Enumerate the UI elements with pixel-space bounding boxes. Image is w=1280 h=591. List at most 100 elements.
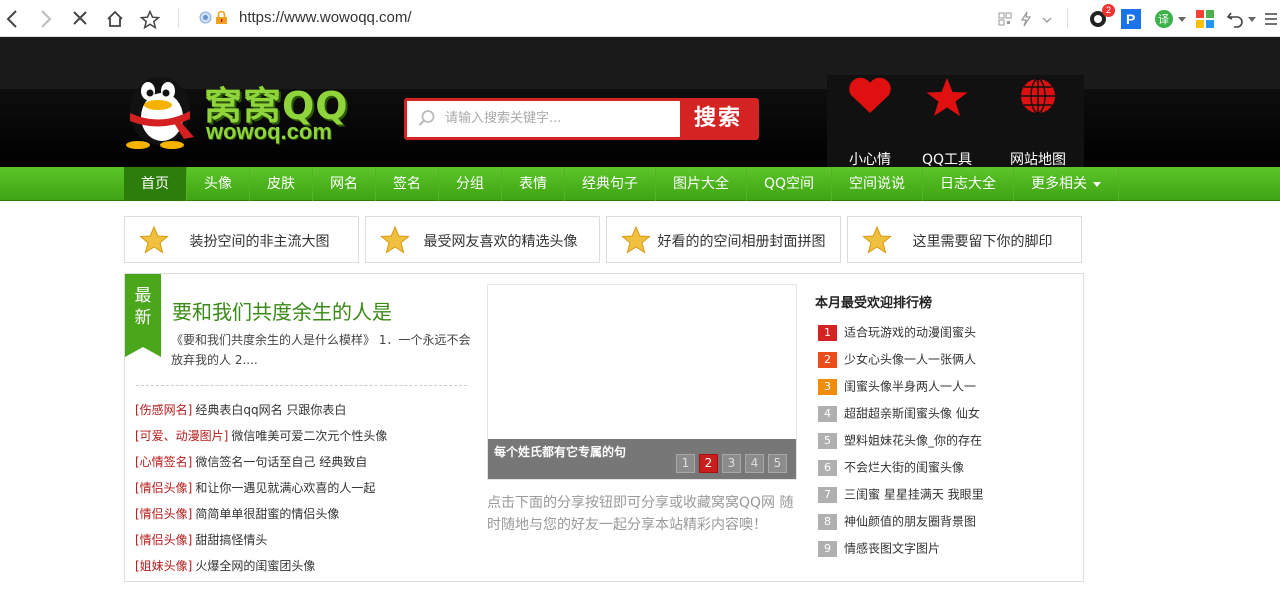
ranking-item-link[interactable]: 少女心头像一人一张俩人 xyxy=(844,353,976,367)
lightning-icon[interactable] xyxy=(1020,7,1032,31)
nav-item[interactable]: 分组 xyxy=(439,167,502,201)
news-category-link[interactable]: [心情签名] xyxy=(135,455,192,469)
caret-down-icon xyxy=(1093,181,1102,187)
news-item: [情侣头像] 简简单单很甜蜜的情侣头像 xyxy=(135,504,475,530)
chevron-down-icon[interactable] xyxy=(1248,7,1256,31)
translate-label: 译 xyxy=(1158,13,1169,26)
nav-item[interactable]: 皮肤 xyxy=(250,167,313,201)
feature-label: 好看的的空间相册封面拼图 xyxy=(657,234,826,250)
ranking-item-link[interactable]: 情感丧图文字图片 xyxy=(844,542,940,556)
news-title-link[interactable]: 微信唯美可爱二次元个性头像 xyxy=(231,429,387,443)
feature-box[interactable]: 最受网友喜欢的精选头像 xyxy=(365,216,600,263)
ranking-item-link[interactable]: 闺蜜头像半身两人一人一 xyxy=(844,380,976,394)
nav-item-label: 签名 xyxy=(393,176,421,192)
news-category-link[interactable]: [姐妹头像] xyxy=(135,559,192,573)
nav-item[interactable]: 首页 xyxy=(124,167,187,201)
news-category-link[interactable]: [情侣头像] xyxy=(135,507,192,521)
share-note: 点击下面的分享按钮即可分享或收藏窝窝QQ网 随时随地与您的好友一起分享本站精彩内… xyxy=(487,495,794,533)
address-bar-url[interactable]: https://www.wowoqq.com/ xyxy=(239,9,412,26)
slider-page-button[interactable]: 1 xyxy=(676,454,695,473)
nav-item[interactable]: 网名 xyxy=(313,167,376,201)
ranking-item-link[interactable]: 三闺蜜 星星挂满天 我眼里 xyxy=(844,488,984,502)
nav-item[interactable]: 头像 xyxy=(187,167,250,201)
ranking-item-link[interactable]: 塑料姐妹花头像_你的存在 xyxy=(844,434,982,448)
news-category-link[interactable]: [情侣头像] xyxy=(135,481,192,495)
image-slider[interactable]: 每个姓氏都有它专属的句 12345 xyxy=(487,284,797,480)
newest-tag-line1: 最 xyxy=(134,286,152,306)
ranking-panel: 本月最受欢迎排行榜 1 适合玩游戏的动漫闺蜜头 2 少女心头像一人一张俩人 3 闺蜜头像半… xyxy=(815,292,1075,566)
home-icon[interactable] xyxy=(103,7,127,31)
rank-number-badge: 3 xyxy=(818,378,837,395)
feature-label: 装扮空间的非主流大图 xyxy=(189,234,330,250)
news-title-link[interactable]: 和让你一遇见就满心欢喜的人一起 xyxy=(195,481,375,495)
slider-caption[interactable]: 每个姓氏都有它专属的句 xyxy=(494,443,626,460)
bookmark-star-icon[interactable] xyxy=(138,7,162,31)
news-title-link[interactable]: 经典表白qq网名 只跟你表白 xyxy=(195,403,346,417)
header-link-sitemap[interactable]: 网站地图 xyxy=(995,75,1081,168)
nav-item[interactable]: 更多相关 xyxy=(1014,167,1120,201)
news-title-link[interactable]: 甜甜搞怪情头 xyxy=(195,533,267,547)
nav-item[interactable]: 空间说说 xyxy=(832,167,924,201)
rank-number-badge: 7 xyxy=(818,486,837,503)
search-button[interactable]: 搜索 xyxy=(680,101,756,137)
apps-grid-icon[interactable] xyxy=(1196,7,1214,31)
forward-icon[interactable] xyxy=(34,7,58,31)
ranking-item: 3 闺蜜头像半身两人一人一 xyxy=(815,377,1075,404)
penguin-logo-icon xyxy=(126,77,194,149)
ranking-item-link[interactable]: 不会烂大街的闺蜜头像 xyxy=(844,461,964,475)
nav-item[interactable]: QQ空间 xyxy=(747,167,833,201)
site-logo[interactable]: 窝窝QQ wowoq.com xyxy=(124,67,356,149)
p-extension-icon[interactable]: P xyxy=(1121,7,1141,31)
qr-code-icon[interactable] xyxy=(998,7,1012,31)
star-icon xyxy=(926,78,968,116)
back-icon[interactable] xyxy=(0,7,24,31)
news-title-link[interactable]: 微信签名一句话至自己 经典致自 xyxy=(195,455,367,469)
toolbar-divider xyxy=(178,8,179,28)
slider-page-button[interactable]: 5 xyxy=(768,454,787,473)
ranking-item: 1 适合玩游戏的动漫闺蜜头 xyxy=(815,323,1075,350)
news-category-link[interactable]: [可爱、动漫图片] xyxy=(135,429,228,443)
nav-item[interactable]: 图片大全 xyxy=(656,167,747,201)
slider-pagination: 12345 xyxy=(676,454,787,473)
lock-warning-icon[interactable] xyxy=(215,11,228,25)
translate-icon[interactable]: 译 xyxy=(1154,7,1174,31)
chevron-down-icon[interactable] xyxy=(1042,7,1052,31)
news-category-link[interactable]: [情侣头像] xyxy=(135,533,192,547)
feature-box[interactable]: 好看的的空间相册封面拼图 xyxy=(606,216,841,263)
ranking-item-link[interactable]: 适合玩游戏的动漫闺蜜头 xyxy=(844,326,976,340)
slider-page-button[interactable]: 4 xyxy=(745,454,764,473)
ranking-list: 1 适合玩游戏的动漫闺蜜头 2 少女心头像一人一张俩人 3 闺蜜头像半身两人一人一 4 超甜超… xyxy=(815,323,1075,566)
menu-icon[interactable] xyxy=(1264,7,1278,31)
nav-item[interactable]: 表情 xyxy=(502,167,565,201)
rank-number-badge: 8 xyxy=(818,513,837,530)
content-panel: 最 新 要和我们共度余生的人是 《要和我们共度余生的人是什么模样》 1．一个永远… xyxy=(124,273,1084,582)
site-security-icons[interactable] xyxy=(199,11,228,25)
latest-headline[interactable]: 要和我们共度余生的人是 xyxy=(172,296,392,325)
undo-icon[interactable] xyxy=(1226,7,1244,31)
stop-icon[interactable] xyxy=(68,7,92,31)
header-link-qq-tools[interactable]: QQ工具 xyxy=(904,75,990,168)
site-info-icon[interactable] xyxy=(199,11,212,24)
nav-item[interactable]: 经典句子 xyxy=(565,167,656,201)
news-category-link[interactable]: [伤感网名] xyxy=(135,403,192,417)
nav-item[interactable]: 签名 xyxy=(376,167,439,201)
nav-item[interactable]: 日志大全 xyxy=(923,167,1015,201)
site-header: 窝窝QQ wowoq.com 请输入搜索关键字... 搜索 小心情 QQ工具 网… xyxy=(0,37,1280,168)
news-title-link[interactable]: 简简单单很甜蜜的情侣头像 xyxy=(195,507,339,521)
slider-page-button[interactable]: 2 xyxy=(699,454,718,473)
slider-page-button[interactable]: 3 xyxy=(722,454,741,473)
chevron-down-icon[interactable] xyxy=(1178,7,1186,31)
nav-item-label: 空间说说 xyxy=(849,176,906,192)
nav-item-label: QQ空间 xyxy=(764,176,815,192)
news-title-link[interactable]: 火爆全网的闺蜜团头像 xyxy=(195,559,315,573)
search-input[interactable]: 请输入搜索关键字... xyxy=(407,101,680,137)
feature-box[interactable]: 装扮空间的非主流大图 xyxy=(124,216,359,263)
feature-box[interactable]: 这里需要留下你的脚印 xyxy=(847,216,1082,263)
feature-label: 这里需要留下你的脚印 xyxy=(912,234,1053,250)
ranking-item-link[interactable]: 神仙颜值的朋友圈背景图 xyxy=(844,515,976,529)
ranking-item: 8 神仙颜值的朋友圈背景图 xyxy=(815,512,1075,539)
header-link-mood[interactable]: 小心情 xyxy=(827,75,913,168)
ranking-item-link[interactable]: 超甜超亲斯闺蜜头像 仙女 xyxy=(844,407,980,421)
ranking-item: 6 不会烂大街的闺蜜头像 xyxy=(815,458,1075,485)
header-link-label: 网站地图 xyxy=(1010,152,1066,168)
